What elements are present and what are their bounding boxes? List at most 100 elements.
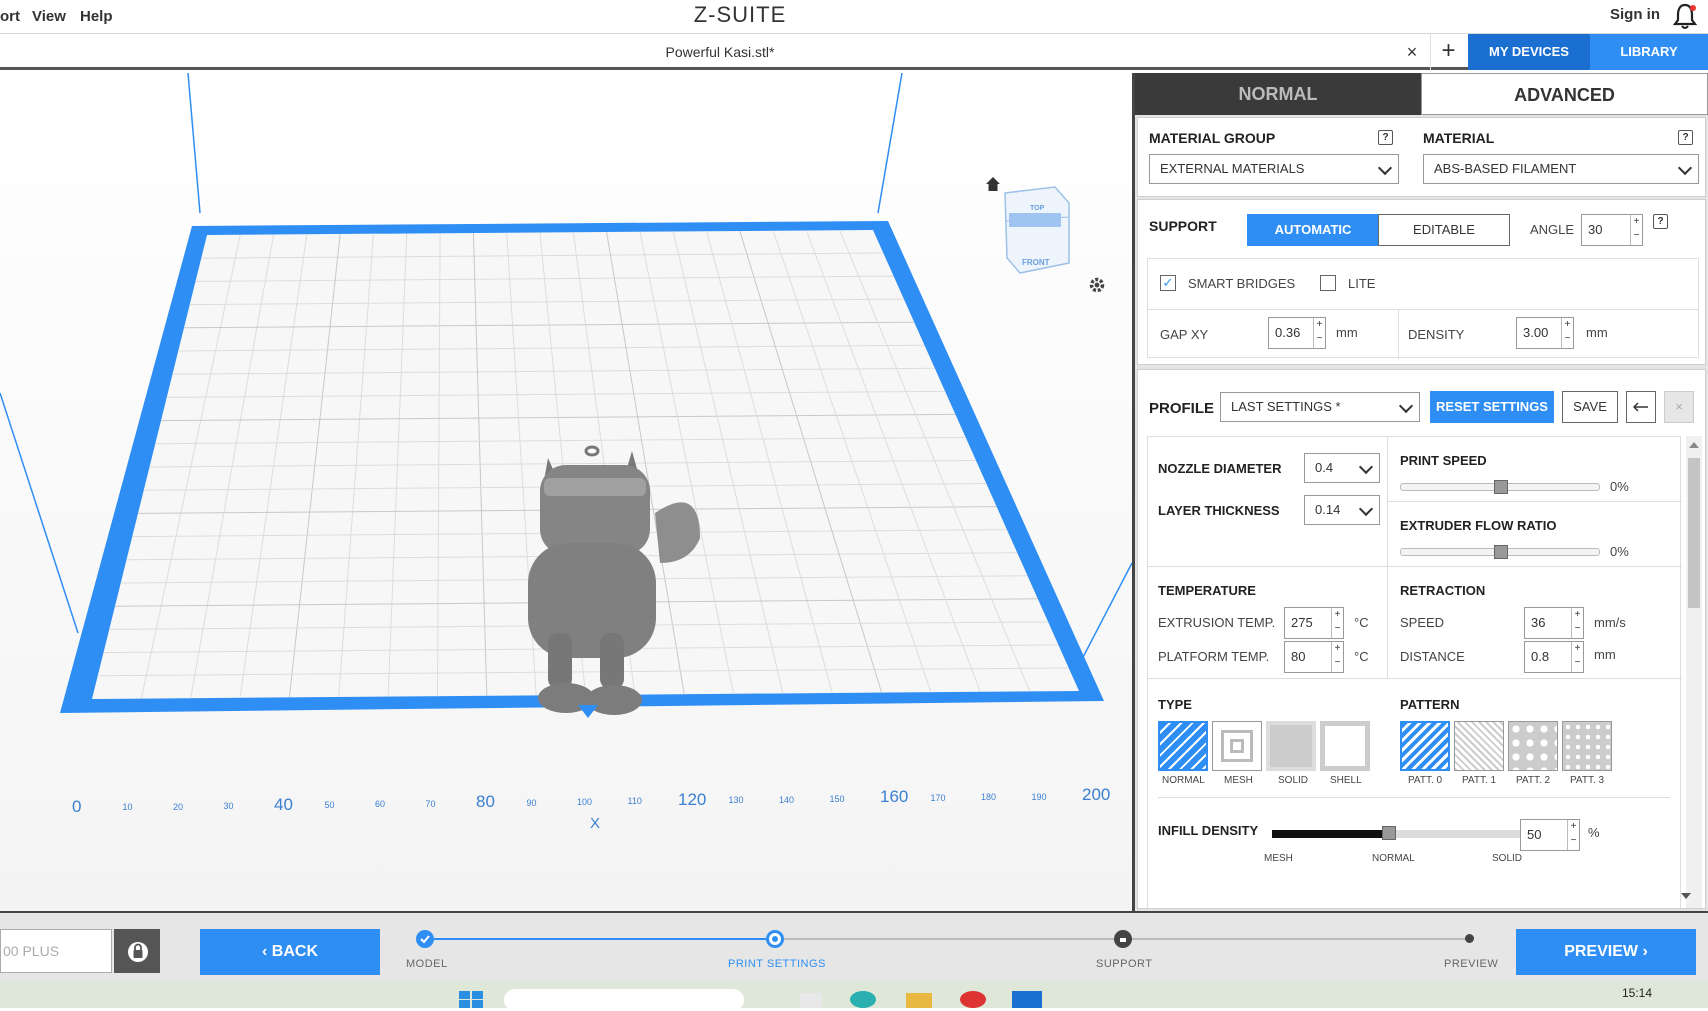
- type-mesh-tile[interactable]: [1212, 721, 1262, 771]
- flow-ratio-slider[interactable]: [1400, 545, 1600, 559]
- menu-export[interactable]: ort: [0, 8, 20, 25]
- print-speed-thumb[interactable]: [1494, 480, 1508, 494]
- chevron-down-icon: [1358, 459, 1374, 475]
- file-tab[interactable]: Powerful Kasi.stl*: [0, 34, 1440, 70]
- add-tab-icon[interactable]: +: [1430, 34, 1466, 70]
- retraction-speed-input[interactable]: 36 + −: [1524, 607, 1584, 639]
- import-profile-button[interactable]: [1626, 391, 1656, 423]
- printer-field[interactable]: 00 PLUS: [0, 929, 112, 973]
- home-icon[interactable]: [985, 176, 1001, 192]
- menu-bar: ort View Help Z-SUITE Sign in: [0, 0, 1708, 34]
- profile-select[interactable]: LAST SETTINGS *: [1220, 392, 1420, 422]
- my-devices-button[interactable]: MY DEVICES: [1468, 34, 1590, 70]
- printer-lock-button[interactable]: [114, 929, 160, 973]
- pattern-0-label: PATT. 0: [1408, 775, 1443, 786]
- angle-stepper[interactable]: + −: [1630, 215, 1642, 245]
- platform-temp-unit: °C: [1354, 649, 1369, 664]
- retraction-label: RETRACTION: [1400, 583, 1486, 598]
- profile-value: LAST SETTINGS *: [1231, 399, 1341, 414]
- menu-view[interactable]: View: [32, 8, 66, 25]
- material-help-icon[interactable]: ?: [1678, 130, 1693, 145]
- infill-density-thumb[interactable]: [1382, 826, 1396, 840]
- view-cube-front-label[interactable]: FRONT: [1022, 258, 1050, 267]
- type-solid-label: SOLID: [1278, 775, 1309, 786]
- retraction-distance-stepper[interactable]: + −: [1571, 642, 1583, 672]
- menu-help[interactable]: Help: [80, 8, 113, 25]
- support-editable-button[interactable]: EDITABLE: [1378, 214, 1510, 246]
- extrusion-temp-input[interactable]: 275 + −: [1284, 607, 1344, 639]
- platform-temp-stepper[interactable]: + −: [1331, 642, 1343, 672]
- flow-ratio-thumb[interactable]: [1494, 545, 1508, 559]
- step-model-dot[interactable]: [416, 930, 434, 948]
- scroll-up-icon[interactable]: [1689, 442, 1699, 448]
- 3d-viewport[interactable]: 0 10 20 30 40 50 60 70 80 90 100 110 120 130 140 150 160…: [0, 73, 1132, 911]
- pattern-1-tile[interactable]: [1454, 721, 1504, 771]
- layer-thickness-label: LAYER THICKNESS: [1158, 503, 1280, 518]
- pattern-2-tile[interactable]: [1508, 721, 1558, 771]
- type-normal-tile[interactable]: [1158, 721, 1208, 771]
- bell-icon[interactable]: [1671, 2, 1699, 30]
- edge-icon[interactable]: [850, 991, 876, 1008]
- nozzle-diameter-select[interactable]: 0.4: [1304, 453, 1380, 483]
- step-preview-dot[interactable]: [1465, 934, 1474, 943]
- print-speed-slider[interactable]: [1400, 480, 1600, 494]
- layer-thickness-select[interactable]: 0.14: [1304, 495, 1380, 525]
- sign-in-link[interactable]: Sign in: [1610, 6, 1660, 23]
- chrome-icon[interactable]: [960, 991, 986, 1008]
- x-axis-tick: 160: [880, 787, 909, 807]
- nozzle-diameter-value: 0.4: [1315, 460, 1334, 475]
- step-print-settings-label: PRINT SETTINGS: [728, 958, 826, 970]
- gear-icon[interactable]: [1088, 276, 1106, 294]
- scroll-down-icon[interactable]: [1681, 893, 1691, 899]
- folder-icon[interactable]: [906, 993, 932, 1008]
- infill-density-value: 50: [1527, 827, 1542, 842]
- material-group-help-icon[interactable]: ?: [1378, 130, 1393, 145]
- material-group-value: EXTERNAL MATERIALS: [1160, 161, 1305, 176]
- view-cube-top-label[interactable]: TOP: [1030, 205, 1044, 212]
- reset-settings-button[interactable]: RESET SETTINGS: [1430, 391, 1554, 423]
- x-axis-tick: 60: [375, 799, 386, 810]
- infill-density-stepper[interactable]: + −: [1567, 820, 1579, 850]
- material-select[interactable]: ABS-BASED FILAMENT: [1423, 154, 1699, 184]
- tab-advanced[interactable]: ADVANCED: [1421, 73, 1708, 115]
- pattern-3-tile[interactable]: [1562, 721, 1612, 771]
- infill-density-input[interactable]: 50 + −: [1520, 819, 1580, 851]
- pattern-3-label: PATT. 3: [1570, 775, 1605, 786]
- support-help-icon[interactable]: ?: [1653, 214, 1668, 229]
- retraction-speed-stepper[interactable]: + −: [1571, 608, 1583, 638]
- delete-profile-icon[interactable]: ×: [1664, 391, 1694, 423]
- infill-density-slider[interactable]: [1272, 826, 1526, 840]
- type-shell-tile[interactable]: [1320, 721, 1370, 771]
- save-profile-button[interactable]: SAVE: [1562, 391, 1618, 423]
- panel-scrollbar[interactable]: [1686, 436, 1702, 908]
- app-icon[interactable]: [800, 993, 822, 1008]
- support-automatic-button[interactable]: AUTOMATIC: [1247, 214, 1379, 246]
- retraction-distance-input[interactable]: 0.8 + −: [1524, 641, 1584, 673]
- extrusion-temp-stepper[interactable]: + −: [1331, 608, 1343, 638]
- step-support-dot[interactable]: [1114, 930, 1132, 948]
- back-button[interactable]: ‹ BACK: [200, 929, 380, 975]
- scrollbar-thumb[interactable]: [1688, 458, 1700, 608]
- zsuite-taskbar-icon[interactable]: [1012, 991, 1042, 1008]
- step-print-settings-dot[interactable]: [766, 930, 784, 948]
- check-icon: [420, 935, 430, 944]
- windows-start-icon[interactable]: [458, 989, 484, 1008]
- gap-xy-input[interactable]: 0.36 + −: [1268, 317, 1326, 349]
- step-support-label: SUPPORT: [1096, 958, 1153, 970]
- preview-button[interactable]: PREVIEW ›: [1516, 929, 1696, 975]
- lite-checkbox[interactable]: [1320, 275, 1336, 291]
- material-group-select[interactable]: EXTERNAL MATERIALS: [1149, 154, 1399, 184]
- close-tab-icon[interactable]: ×: [1400, 34, 1424, 70]
- density-input[interactable]: 3.00 + −: [1516, 317, 1574, 349]
- platform-temp-input[interactable]: 80 + −: [1284, 641, 1344, 673]
- x-axis-tick: 170: [930, 792, 946, 803]
- density-stepper[interactable]: + −: [1561, 318, 1573, 348]
- library-button[interactable]: LIBRARY: [1590, 34, 1708, 70]
- flow-ratio-label: EXTRUDER FLOW RATIO: [1400, 518, 1557, 533]
- gap-xy-stepper[interactable]: + −: [1313, 318, 1325, 348]
- pattern-0-tile[interactable]: [1400, 721, 1450, 771]
- smart-bridges-checkbox[interactable]: ✓: [1160, 275, 1176, 291]
- tab-normal[interactable]: NORMAL: [1135, 73, 1421, 115]
- angle-input[interactable]: 30 + −: [1581, 214, 1643, 246]
- type-solid-tile[interactable]: [1266, 721, 1316, 771]
